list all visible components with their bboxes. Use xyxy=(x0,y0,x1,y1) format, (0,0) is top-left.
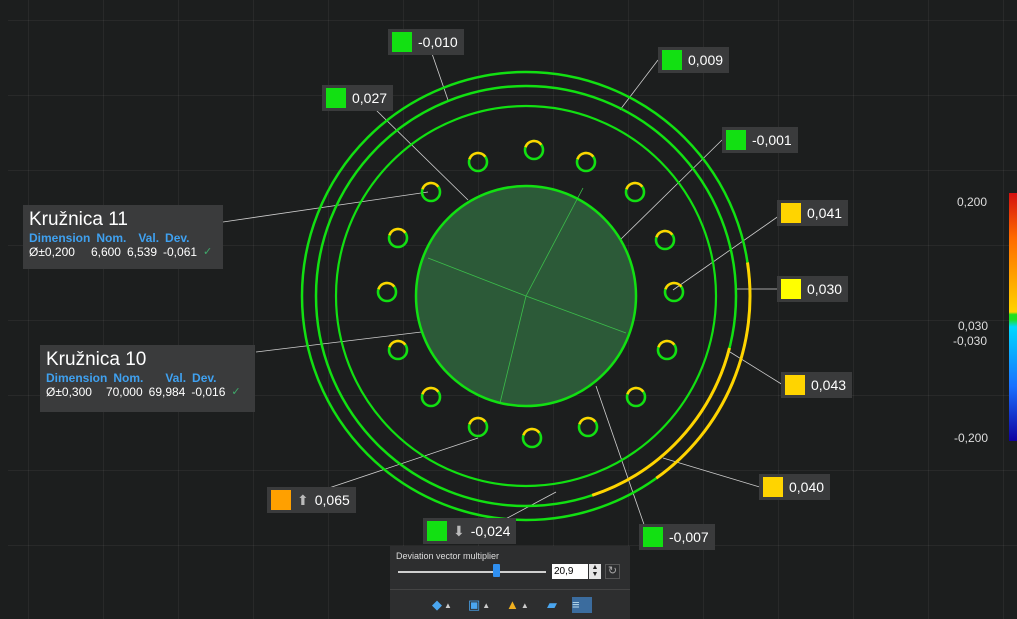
bolt-hole-deviation xyxy=(625,181,644,190)
dimension-row: Ø±0,200 6,600 6,539 -0,061 ✓ xyxy=(29,245,217,259)
multiplier-input[interactable] xyxy=(552,564,588,579)
bolt-hole-deviation xyxy=(576,151,595,160)
color-scale-bar xyxy=(1009,193,1017,441)
leader-line xyxy=(375,109,469,201)
tolerance-value: Ø±0,200 xyxy=(29,245,75,259)
legend-upper-tolerance-label: 0,030 xyxy=(958,319,989,333)
down-arrow-icon: ⬇ xyxy=(453,522,465,539)
deviation-swatch xyxy=(785,375,805,395)
legend-lower-tolerance-label: -0,030 xyxy=(953,334,988,348)
deviation-swatch xyxy=(763,477,783,497)
deviation-value: -0,010 xyxy=(418,34,458,50)
deviation-value: 0,043 xyxy=(811,377,847,393)
leader-line xyxy=(255,329,439,353)
bolt-hole-deviation xyxy=(468,416,487,425)
deviation-value: -0,024 xyxy=(470,523,511,539)
header-dev: Dev. xyxy=(192,371,217,385)
bolt-hole-deviation xyxy=(388,339,407,348)
bolt-hole-deviation xyxy=(388,227,407,236)
color-shapes-icon[interactable]: ▲ ▲ xyxy=(506,597,529,613)
shape-tool-icon[interactable]: ◆ ▲ xyxy=(432,597,452,613)
deviation-callout[interactable]: ⬆ 0,065 xyxy=(267,487,356,513)
bolt-hole-deviation xyxy=(578,416,597,425)
deviation-value: -0,016 xyxy=(191,385,226,399)
multiplier-label: Deviation vector multiplier xyxy=(396,551,500,561)
deviation-callout[interactable]: 0,027 xyxy=(322,85,394,111)
deviation-swatch xyxy=(781,279,801,299)
deviation-value: -0,061 xyxy=(163,245,198,259)
bolt-hole-deviation xyxy=(421,386,440,395)
deviation-callout[interactable]: -0,010 xyxy=(388,29,464,55)
dimension-title: Kružnica 11 xyxy=(29,209,128,230)
deviation-swatch xyxy=(726,130,746,150)
bolt-hole-deviation xyxy=(524,139,543,148)
deviation-swatch xyxy=(781,203,801,223)
header-val: Val. xyxy=(138,231,160,245)
check-icon: ✓ xyxy=(231,386,241,398)
deviation-value: 0,065 xyxy=(314,492,350,508)
deviation-swatch xyxy=(392,32,412,52)
bolt-hole-deviation xyxy=(377,281,396,290)
multiplier-slider-track[interactable] xyxy=(398,571,546,573)
deviation-swatch xyxy=(427,521,447,541)
nominal-value: 70,000 xyxy=(105,385,143,399)
deviation-value: 0,009 xyxy=(688,52,724,68)
header-val: Val. xyxy=(165,371,187,385)
measured-value: 6,539 xyxy=(126,245,158,259)
dimension-box-kruznica-10[interactable]: Kružnica 10 Dimension Nom. Val. Dev. Ø±0… xyxy=(40,345,255,412)
deviation-value: 0,040 xyxy=(789,479,825,495)
bolt-hole-deviation xyxy=(657,339,676,348)
bolt-hole-deviation xyxy=(468,151,487,160)
deviation-swatch xyxy=(326,88,346,108)
tolerance-value: Ø±0,300 xyxy=(46,385,92,399)
3d-viewport[interactable]: -0,010 0,009 0,027 -0,001 0,041 0,030 0,… xyxy=(8,0,1017,619)
check-icon: ✓ xyxy=(203,246,213,258)
deviation-callout[interactable]: 0,040 xyxy=(759,474,831,500)
nominal-value: 6,600 xyxy=(90,245,121,259)
dimension-headers: Dimension Nom. Val. Dev. xyxy=(46,371,249,385)
legend-min-label: -0,200 xyxy=(954,431,989,445)
bolt-hole-deviation xyxy=(626,386,645,395)
dimension-title: Kružnica 10 xyxy=(46,349,147,370)
multiplier-slider-thumb[interactable] xyxy=(492,564,500,577)
plane-icon[interactable]: ▰ xyxy=(547,597,557,613)
measured-value: 69,984 xyxy=(148,385,186,399)
dimension-headers: Dimension Nom. Val. Dev. xyxy=(29,231,217,245)
bolt-hole-deviation xyxy=(655,229,674,238)
deviation-swatch xyxy=(271,490,291,510)
deviation-callout[interactable]: 0,009 xyxy=(658,47,730,73)
bolt-hole-deviation xyxy=(522,427,541,436)
multiplier-spinner[interactable]: ▲ ▼ xyxy=(589,564,601,579)
panel-divider xyxy=(390,589,630,590)
reset-icon[interactable]: ↻ xyxy=(605,564,620,579)
deviation-callout[interactable]: 0,041 xyxy=(777,200,849,226)
dimension-box-kruznica-11[interactable]: Kružnica 11 Dimension Nom. Val. Dev. Ø±0… xyxy=(23,205,223,269)
deviation-value: 0,041 xyxy=(807,205,843,221)
deviation-value: 0,027 xyxy=(352,90,388,106)
deviation-callout[interactable]: ⬇ -0,024 xyxy=(423,518,517,544)
deviation-swatch xyxy=(662,50,682,70)
header-nom: Nom. xyxy=(96,231,127,245)
deviation-panel: Deviation vector multiplier ▲▼ ↻ ◆▲ ▣▲ ▲… xyxy=(390,546,630,619)
leader-line xyxy=(672,212,784,291)
deviation-value: -0,001 xyxy=(752,132,792,148)
header-dimension: Dimension xyxy=(29,231,91,245)
bolt-hole-deviation xyxy=(421,181,440,190)
legend-max-label: 0,200 xyxy=(957,195,988,209)
header-dimension: Dimension xyxy=(46,371,108,385)
dimension-row: Ø±0,300 70,000 69,984 -0,016 ✓ xyxy=(46,385,249,399)
deviation-callout[interactable]: 0,030 xyxy=(777,276,849,302)
deviation-swatch xyxy=(643,527,663,547)
deviation-view-icon[interactable]: ≡ xyxy=(572,597,592,613)
cube-view-icon[interactable]: ▣ ▲ xyxy=(468,597,490,613)
header-nom: Nom. xyxy=(113,371,144,385)
deviation-callout[interactable]: -0,007 xyxy=(639,524,715,550)
header-dev: Dev. xyxy=(165,231,190,245)
deviation-value: -0,007 xyxy=(669,529,709,545)
deviation-value: 0,030 xyxy=(807,281,843,297)
up-arrow-icon: ⬆ xyxy=(297,491,309,508)
deviation-callout[interactable]: 0,043 xyxy=(781,372,853,398)
deviation-callout[interactable]: -0,001 xyxy=(722,127,798,153)
